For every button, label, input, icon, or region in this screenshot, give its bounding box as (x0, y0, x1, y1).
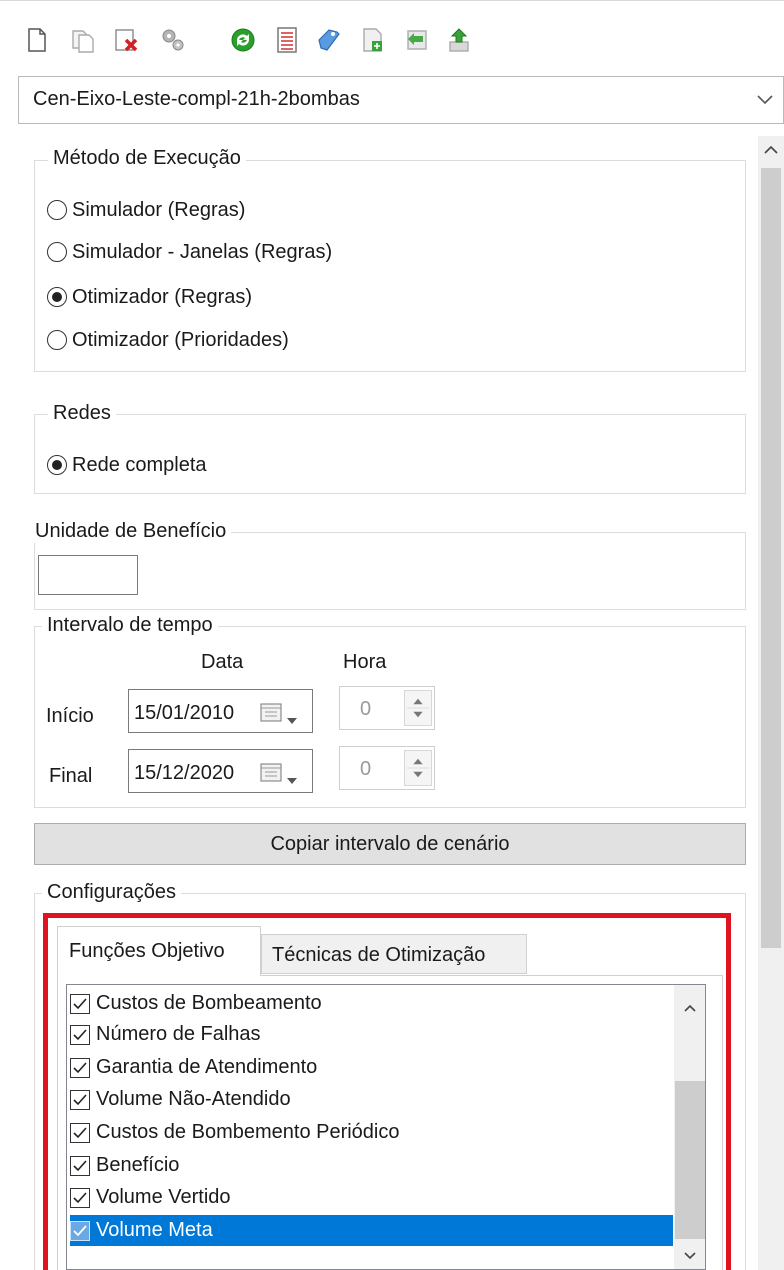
checkbox[interactable] (70, 1122, 90, 1143)
inicio-hour-stepper[interactable]: 0 (339, 686, 435, 730)
final-date-picker[interactable]: 15/12/2020 (128, 749, 313, 793)
intervalo-legend: Intervalo de tempo (42, 614, 218, 637)
inicio-date-picker[interactable]: 15/01/2010 (128, 689, 313, 733)
checkbox[interactable] (70, 1187, 90, 1208)
list-item[interactable]: Número de Falhas (70, 1019, 673, 1050)
chevron-up-icon[interactable] (761, 140, 781, 160)
list-item-label: Volume Vertido (96, 1186, 231, 1208)
stepper-arrows-icon[interactable] (404, 750, 432, 786)
radio-rede-completa[interactable]: Rede completa (47, 450, 207, 480)
radio-label: Otimizador (Prioridades) (72, 328, 289, 351)
inicio-date-value: 15/01/2010 (134, 702, 235, 724)
chevron-down-icon (755, 87, 775, 111)
calendar-icon[interactable] (260, 762, 282, 782)
radio-button[interactable] (47, 330, 67, 350)
checkbox[interactable] (70, 1057, 90, 1078)
list-item[interactable]: Custos de Bombemento Periódico (70, 1117, 673, 1148)
inicio-hour-value: 0 (360, 698, 372, 720)
hora-column-label: Hora (343, 651, 387, 673)
radio-button[interactable] (47, 200, 67, 220)
copy-document-icon[interactable] (66, 23, 100, 57)
list-item[interactable]: Garantia de Atendimento (70, 1052, 673, 1083)
toolbar (0, 0, 784, 74)
radio-button[interactable] (47, 455, 67, 475)
import-icon[interactable] (400, 23, 434, 57)
data-column-label: Data (201, 651, 244, 673)
list-item-selected[interactable]: Volume Meta (70, 1215, 673, 1246)
radio-label: Simulador (Regras) (72, 198, 246, 221)
list-item-label: Volume Meta (96, 1219, 213, 1241)
delete-document-icon[interactable] (110, 23, 144, 57)
stepper-arrows-icon[interactable] (404, 690, 432, 726)
radio-label: Simulador - Janelas (Regras) (72, 240, 333, 263)
upload-icon[interactable] (442, 23, 476, 57)
tab-tecnicas-otimizacao[interactable]: Técnicas de Otimização (261, 934, 527, 974)
scenario-dropdown[interactable]: Cen-Eixo-Leste-compl-21h-2bombas (18, 76, 784, 124)
radio-simulador-janelas[interactable]: Simulador - Janelas (Regras) (47, 237, 332, 267)
tag-icon[interactable] (312, 23, 346, 57)
list-scrollbar[interactable] (674, 985, 705, 1269)
checkbox[interactable] (70, 1089, 90, 1110)
scrollbar-thumb[interactable] (675, 1081, 705, 1239)
redes-legend: Redes (48, 402, 116, 425)
radio-button[interactable] (47, 242, 67, 262)
unidade-input[interactable] (38, 555, 138, 595)
chevron-up-icon[interactable] (682, 999, 698, 1015)
list-item-label: Benefício (96, 1154, 180, 1176)
list-item-label: Custos de Bombeamento (96, 992, 322, 1014)
settings-gears-icon[interactable] (156, 23, 190, 57)
refresh-icon[interactable] (226, 23, 260, 57)
export-sheet-icon[interactable] (356, 23, 390, 57)
list-item-label: Custos de Bombemento Periódico (96, 1121, 400, 1143)
unidade-group (34, 532, 746, 610)
copy-interval-button[interactable]: Copiar intervalo de cenário (34, 823, 746, 865)
scenario-value: Cen-Eixo-Leste-compl-21h-2bombas (33, 88, 360, 110)
unidade-legend: Unidade de Benefício (30, 520, 232, 543)
list-item-label: Garantia de Atendimento (96, 1056, 318, 1078)
dropdown-arrow-icon[interactable] (286, 708, 298, 724)
list-item[interactable]: Volume Não-Atendido (70, 1084, 673, 1115)
scrollbar-thumb[interactable] (761, 168, 781, 948)
final-label: Final (49, 765, 93, 787)
final-date-value: 15/12/2020 (134, 762, 235, 784)
list-item[interactable]: Benefício (70, 1150, 673, 1181)
config-legend: Configurações (42, 881, 181, 904)
radio-otimizador-regras[interactable]: Otimizador (Regras) (47, 282, 252, 312)
final-hour-stepper[interactable]: 0 (339, 746, 435, 790)
dropdown-arrow-icon[interactable] (286, 768, 298, 784)
tab-funcoes-objetivo[interactable]: Funções Objetivo (57, 926, 261, 976)
checkbox[interactable] (70, 1155, 90, 1176)
list-item[interactable]: Custos de Bombeamento (70, 988, 673, 1019)
radio-button[interactable] (47, 287, 67, 307)
new-document-icon[interactable] (20, 23, 54, 57)
list-item-label: Número de Falhas (96, 1023, 261, 1045)
list-item-label: Volume Não-Atendido (96, 1088, 291, 1110)
chevron-down-icon[interactable] (682, 1247, 698, 1263)
checkbox[interactable] (70, 1024, 90, 1045)
checkbox[interactable] (70, 1220, 90, 1241)
radio-simulador-regras[interactable]: Simulador (Regras) (47, 195, 245, 225)
list-document-icon[interactable] (270, 23, 304, 57)
radio-label: Otimizador (Regras) (72, 285, 253, 308)
list-item[interactable]: Volume Vertido (70, 1182, 673, 1213)
metodo-legend: Método de Execução (48, 147, 246, 170)
objective-functions-list[interactable]: Custos de Bombeamento Número de Falhas G… (66, 984, 706, 1270)
inicio-label: Início (46, 705, 94, 727)
calendar-icon[interactable] (260, 702, 282, 722)
radio-label: Rede completa (72, 453, 207, 476)
checkbox[interactable] (70, 993, 90, 1014)
panel-scrollbar[interactable] (758, 136, 784, 1270)
final-hour-value: 0 (360, 758, 372, 780)
radio-otimizador-prioridades[interactable]: Otimizador (Prioridades) (47, 325, 289, 355)
